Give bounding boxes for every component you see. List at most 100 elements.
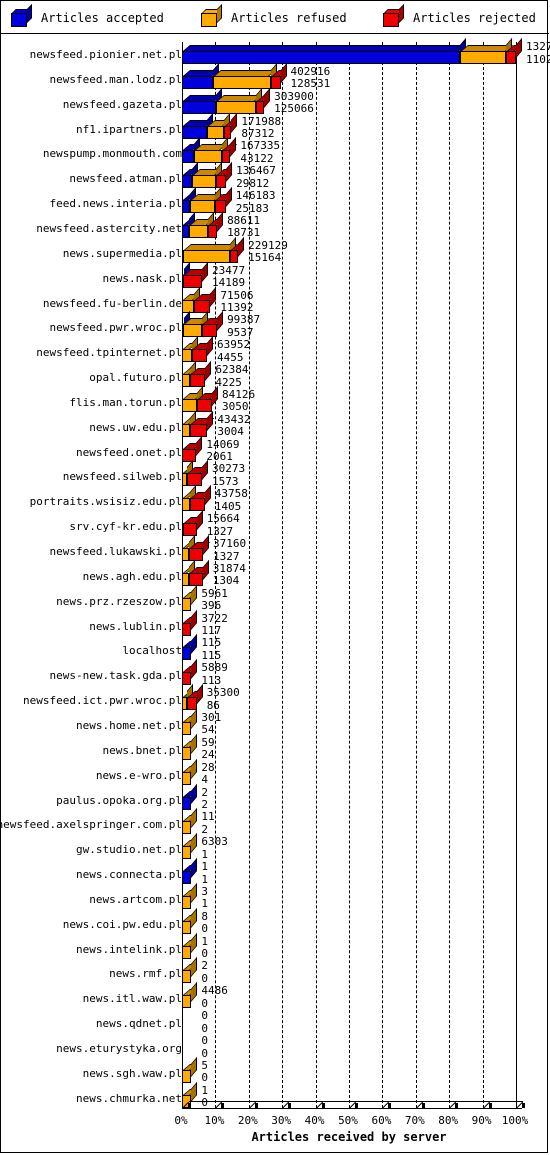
bar-segment-refused xyxy=(182,982,198,1009)
cube-icon xyxy=(201,3,223,27)
chart-plot-area: newsfeed.pionier.net.pl13273171102854new… xyxy=(0,34,550,1154)
row-value-labels: 31 xyxy=(201,885,208,911)
row-value-labels: 71506 11392 xyxy=(220,289,253,315)
row-label: newsfeed.axelspringer.com.pl xyxy=(0,818,182,832)
value-accepted: 0 xyxy=(201,1071,208,1085)
chart-row: nf1.ipartners.pl 171988 87312 xyxy=(1,112,549,142)
bar-segment-rejected xyxy=(221,137,237,164)
bar-segment-rejected xyxy=(208,211,224,238)
x-tick-mark-40 xyxy=(321,1103,325,1108)
row-value-labels: 14069 2061 xyxy=(206,438,239,464)
x-tick-mark-50 xyxy=(355,1103,358,1108)
bar-segment-refused xyxy=(189,211,215,238)
bar-segment-refused xyxy=(182,410,197,437)
x-tick-mark-90 xyxy=(488,1103,492,1108)
bar-segment-refused xyxy=(182,1056,198,1083)
bar-segment-rejected xyxy=(182,609,198,636)
row-label: news.e-wro.pl xyxy=(95,768,182,782)
row-value-labels: 402916 128531 xyxy=(290,65,331,91)
bar-segment-refused xyxy=(182,957,198,984)
bar-segment-refused xyxy=(459,37,513,64)
row-value-labels: 22 xyxy=(201,786,208,812)
value-accepted: 1102854 xyxy=(526,52,550,66)
row-label: news.eturystyka.org xyxy=(56,1042,182,1055)
row-value-labels: 31874 1304 xyxy=(213,562,246,588)
value-total: 63952 xyxy=(217,338,251,352)
bar-segment-refused xyxy=(182,833,198,860)
row-label: news.qdnet.pl xyxy=(95,1017,182,1031)
row-value-labels: 136467 29812 xyxy=(236,165,276,190)
row-label: news.sgh.waw.pl xyxy=(82,1066,182,1080)
bar-top-face xyxy=(183,45,466,51)
chart-row: opal.futuro.pl 62384 4225 xyxy=(1,360,549,390)
bar-segment-refused xyxy=(182,708,198,735)
bar-segment-rejected xyxy=(189,410,214,437)
row-value-labels: 28 4 xyxy=(201,761,214,787)
row-label: news.nask.pl xyxy=(102,271,182,285)
bar-segment-refused xyxy=(194,137,228,164)
chart-row: gw.studio.net.pl 6303 1 xyxy=(1,833,549,862)
row-value-labels: 20 xyxy=(201,960,208,985)
bar-segment-refused xyxy=(182,385,204,412)
value-accepted: 396 xyxy=(201,599,222,613)
chart-frame: Articles accepted Articles refused Article… xyxy=(0,0,550,1154)
bar-segment-accepted xyxy=(182,857,198,885)
row-value-labels: 229129 15164 xyxy=(248,239,288,265)
chart-row: newsfeed.tpinternet.pl 63952 4455 xyxy=(1,336,549,365)
value-total: 37160 xyxy=(213,537,247,550)
row-label: paulus.opoka.org.pl xyxy=(56,793,182,807)
bar-top-face xyxy=(214,69,277,76)
chart-row: portraits.wsisiz.edu.pl 43758 1405 xyxy=(1,485,549,514)
row-label: newsfeed.astercity.net xyxy=(36,221,182,235)
chart-row: localhost 115 115 xyxy=(1,634,549,663)
bar-segment-refused xyxy=(207,112,231,139)
bar-segment-accepted xyxy=(182,137,201,164)
bar-segment-accepted xyxy=(182,186,196,214)
value-accepted: 15164 xyxy=(248,251,282,265)
row-value-labels: 43758 1405 xyxy=(215,488,248,513)
row-value-labels: 5961 396 xyxy=(201,587,228,613)
value-total: 11 xyxy=(201,810,215,824)
chart-row: news.artcom.pl 3 1 xyxy=(1,882,549,912)
row-label: news.artcom.pl xyxy=(89,892,182,906)
chart-row: newspump.monmouth.com 167335 43122 xyxy=(1,137,549,166)
bar-segment-rejected xyxy=(182,435,203,462)
bar-segment-refused xyxy=(182,311,209,338)
bar-segment-rejected xyxy=(197,385,219,412)
bar-segment-refused xyxy=(189,186,222,214)
bar-segment-accepted xyxy=(182,783,198,810)
bar-segment-refused xyxy=(182,584,198,611)
x-tick-mark-30 xyxy=(288,1103,292,1108)
legend-item-0: Articles accepted xyxy=(11,1,164,34)
chart-row: news.agh.edu.pl 31874 1304 xyxy=(1,559,549,589)
value-accepted: 14189 xyxy=(212,276,246,290)
chart-row: news.itl.waw.pl 4486 0 xyxy=(1,982,549,1011)
chart-row: news.eturystyka.org 0 0 xyxy=(1,1034,549,1061)
chart-row: srv.cyf-kr.edu.pl 15664 1327 xyxy=(1,509,549,539)
row-label: opal.futuro.pl xyxy=(89,371,182,385)
bar-segment-rejected xyxy=(215,186,232,214)
bar-segment-refused xyxy=(182,286,201,313)
row-value-labels: 00 xyxy=(201,1034,208,1060)
value-total: 43758 xyxy=(214,487,248,501)
x-tick-mark-70 xyxy=(421,1103,425,1108)
row-label: newsfeed.silweb.pl xyxy=(62,470,182,484)
row-label: news.home.net.pl xyxy=(76,718,182,732)
row-value-labels: 80 xyxy=(201,910,208,936)
chart-row: news.connecta.pl 1 1 xyxy=(1,857,549,887)
row-label: flis.man.torun.pl xyxy=(69,395,182,409)
row-value-labels: 23477 14189 xyxy=(212,264,246,290)
row-value-labels: 301 54 xyxy=(201,711,221,737)
bar-segment-accepted xyxy=(182,62,220,89)
row-value-labels: 10 xyxy=(201,935,208,961)
bar-segment-refused xyxy=(182,808,198,835)
row-label: news.agh.edu.pl xyxy=(82,569,182,583)
value-accepted: 128531 xyxy=(290,77,331,91)
bar-segment-refused xyxy=(182,932,198,959)
row-label: newsfeed.onet.pl xyxy=(76,445,182,459)
row-value-labels: 115 115 xyxy=(201,637,221,662)
value-total: 15664 xyxy=(206,512,240,526)
row-label: news.chmurka.net xyxy=(76,1091,182,1105)
bar-segment-refused xyxy=(182,336,198,363)
chart-row: feed.news.interia.pl 146183 25183 xyxy=(1,186,549,216)
